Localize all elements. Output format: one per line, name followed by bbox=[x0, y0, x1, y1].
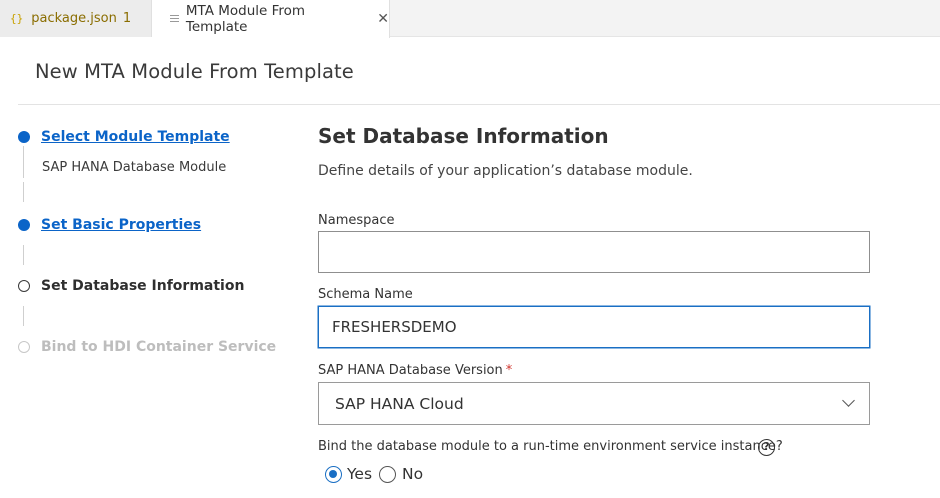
step-summary: SAP HANA Database Module bbox=[42, 160, 227, 175]
step-pending-icon bbox=[18, 341, 30, 353]
close-icon[interactable]: ✕ bbox=[377, 11, 389, 27]
step-connector bbox=[23, 146, 24, 178]
bind-question-label: Bind the database module to a run-time e… bbox=[318, 439, 783, 454]
bind-no-radio[interactable] bbox=[379, 466, 396, 483]
namespace-label: Namespace bbox=[318, 213, 395, 228]
header-divider bbox=[18, 104, 940, 105]
section-description: Define details of your application’s dat… bbox=[318, 163, 693, 179]
bind-yes-radio[interactable] bbox=[325, 466, 342, 483]
problem-count-badge: 1 bbox=[122, 11, 132, 26]
step-completed-icon bbox=[18, 219, 30, 231]
bind-yes-label[interactable]: Yes bbox=[347, 465, 372, 483]
preview-file-icon bbox=[170, 14, 179, 24]
hana-version-selected-value: SAP HANA Cloud bbox=[335, 395, 464, 413]
editor-tab-bar: {} package.json 1 MTA Module From Templa… bbox=[0, 0, 940, 38]
hana-version-select[interactable]: SAP HANA Cloud bbox=[318, 382, 870, 425]
step-set-basic-properties[interactable]: Set Basic Properties bbox=[41, 217, 201, 233]
tab-label: MTA Module From Template bbox=[185, 3, 306, 35]
tab-package-json[interactable]: {} package.json 1 bbox=[0, 0, 152, 37]
page-title: New MTA Module From Template bbox=[35, 60, 354, 83]
step-set-database-information: Set Database Information bbox=[41, 278, 245, 294]
step-connector bbox=[23, 245, 24, 265]
json-file-icon: {} bbox=[10, 12, 24, 25]
help-icon[interactable]: ? bbox=[758, 439, 775, 456]
namespace-input[interactable] bbox=[318, 231, 870, 273]
step-select-module-template[interactable]: Select Module Template bbox=[41, 129, 230, 145]
hana-version-label: SAP HANA Database Version * bbox=[318, 363, 512, 378]
hana-version-label-text: SAP HANA Database Version bbox=[318, 363, 503, 378]
step-bind-hdi-container-service: Bind to HDI Container Service bbox=[41, 339, 277, 355]
step-completed-icon bbox=[18, 131, 30, 143]
tab-label: package.json bbox=[31, 11, 117, 26]
step-current-icon bbox=[18, 280, 30, 292]
step-connector bbox=[23, 306, 24, 326]
section-title: Set Database Information bbox=[318, 124, 609, 148]
tab-mta-module-from-template[interactable]: MTA Module From Template ✕ bbox=[152, 0, 390, 38]
bind-no-label[interactable]: No bbox=[402, 465, 423, 483]
schema-name-input[interactable] bbox=[318, 306, 870, 348]
chevron-down-icon bbox=[842, 394, 855, 407]
step-connector bbox=[23, 182, 24, 202]
required-marker: * bbox=[505, 363, 513, 378]
schema-name-label: Schema Name bbox=[318, 287, 413, 302]
